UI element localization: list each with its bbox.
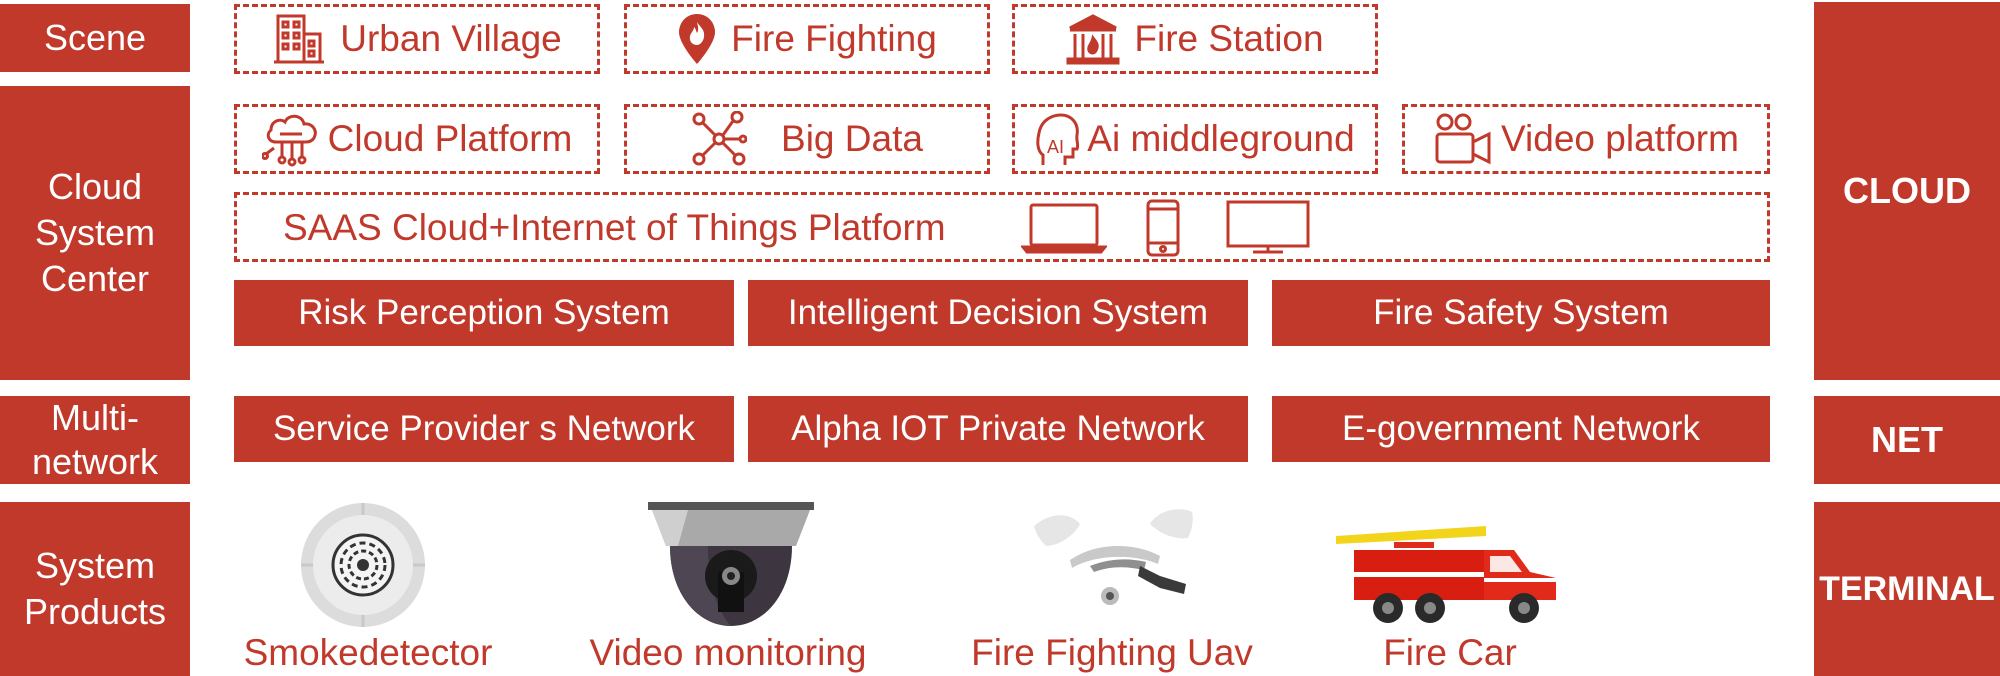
label-cloud-layer: CLOUD — [1814, 2, 2000, 380]
scene-fire-fighting: Fire Fighting — [624, 4, 990, 74]
label-products-line1: System — [34, 545, 156, 586]
label-multi-line1: Multi- — [51, 397, 139, 438]
label-multi-line2: network — [31, 441, 159, 482]
saas-platform: SAAS Cloud+Internet of Things Platform — [234, 192, 1770, 262]
label-scene-text: Scene — [43, 17, 147, 58]
building-icon — [274, 14, 325, 64]
platform-ai-middleground: AI Ai middleground — [1012, 104, 1378, 174]
drone-image — [1034, 509, 1193, 605]
ai-head-icon: AI — [1036, 113, 1080, 165]
platform-cloud: Cloud Platform — [234, 104, 600, 174]
svg-text:AI: AI — [1047, 137, 1064, 157]
label-products-line2: Products — [23, 591, 167, 632]
scene-fire-fighting-label: Fire Fighting — [731, 18, 937, 59]
system-risk-perception-label: Risk Perception System — [298, 293, 670, 332]
label-cloud-line3: Center — [40, 258, 150, 299]
scene-fire-station-label: Fire Station — [1134, 18, 1324, 59]
scene-urban-village-label: Urban Village — [340, 18, 562, 59]
monitor-icon — [1226, 200, 1310, 254]
laptop-icon — [1021, 203, 1107, 254]
product-video-monitoring-label: Video monitoring — [589, 632, 867, 673]
system-intelligent-decision: Intelligent Decision System — [748, 280, 1248, 346]
label-cloud-system-center: Cloud System Center — [0, 86, 190, 380]
label-terminal-layer: TERMINAL — [1814, 502, 2000, 676]
label-terminal-layer-text: TERMINAL — [1819, 569, 1995, 608]
label-cloud-line2: System — [34, 212, 156, 253]
network-e-government: E-government Network — [1272, 396, 1770, 462]
saas-platform-label: SAAS Cloud+Internet of Things Platform — [283, 207, 946, 248]
label-multi-network: Multi- network — [0, 396, 190, 484]
platform-cloud-label: Cloud Platform — [327, 118, 573, 159]
system-risk-perception: Risk Perception System — [234, 280, 734, 346]
fire-truck-image — [1336, 526, 1556, 623]
product-smokedetector-label: Smokedetector — [243, 632, 493, 673]
network-nodes-icon — [692, 111, 748, 166]
label-cloud-layer-text: CLOUD — [1843, 170, 1971, 211]
system-intelligent-decision-label: Intelligent Decision System — [787, 293, 1209, 332]
scene-fire-station: Fire Station — [1012, 4, 1378, 74]
platform-video: Video platform — [1402, 104, 1770, 174]
platform-big-data: Big Data — [624, 104, 990, 174]
platform-video-label: Video platform — [1501, 118, 1739, 159]
cloud-circuit-icon — [261, 114, 317, 167]
label-scene: Scene — [0, 4, 190, 72]
network-alpha-iot: Alpha IOT Private Network — [748, 396, 1248, 462]
label-cloud-line1: Cloud — [47, 166, 143, 207]
network-e-government-label: E-government Network — [1342, 409, 1700, 448]
fire-pin-icon — [679, 14, 716, 64]
video-camera-icon — [1435, 113, 1491, 165]
network-alpha-iot-label: Alpha IOT Private Network — [791, 409, 1205, 448]
system-fire-safety-label: Fire Safety System — [1373, 293, 1669, 332]
label-net-layer-text: NET — [1871, 419, 1943, 460]
product-fire-fighting-uav-label: Fire Fighting Uav — [971, 632, 1253, 673]
label-net-layer: NET — [1814, 396, 2000, 484]
platform-ai-label: Ai middleground — [1087, 118, 1355, 159]
label-system-products: System Products — [0, 502, 190, 676]
scene-urban-village: Urban Village — [234, 4, 600, 74]
system-fire-safety: Fire Safety System — [1272, 280, 1770, 346]
phone-icon — [1146, 199, 1180, 257]
fire-station-icon — [1066, 14, 1120, 65]
product-fire-car-label: Fire Car — [1383, 632, 1517, 673]
platform-big-data-label: Big Data — [781, 118, 923, 159]
security-camera-image — [648, 502, 814, 626]
smoke-detector-image — [301, 503, 425, 627]
network-service-provider: Service Provider s Network — [234, 396, 734, 462]
network-service-provider-label: Service Provider s Network — [272, 409, 696, 448]
